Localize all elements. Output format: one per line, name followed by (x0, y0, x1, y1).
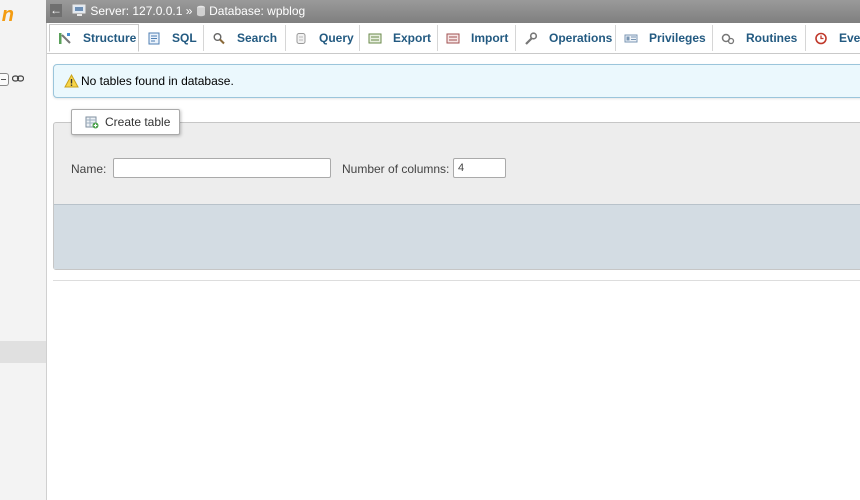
fieldset-footer (54, 204, 860, 269)
breadcrumb-separator: » (185, 4, 193, 18)
tab-search[interactable]: Search (204, 25, 286, 51)
number-of-columns-input[interactable] (453, 158, 506, 178)
import-icon (446, 33, 460, 44)
top-bar: ← Server: 127.0.0.1 » Database: wpblog (46, 0, 860, 23)
breadcrumb: Server: 127.0.0.1 » Database: wpblog (72, 4, 305, 19)
create-table-legend[interactable]: Create table (71, 109, 180, 135)
notice-text: No tables found in database. (81, 74, 234, 88)
link-icon[interactable] (12, 74, 24, 83)
notice-message: No tables found in database. (53, 64, 860, 98)
columns-label: Number of columns: (342, 162, 450, 176)
tab-privileges[interactable]: Privileges (616, 25, 713, 51)
structure-icon (59, 33, 71, 44)
create-table-fieldset (53, 122, 860, 270)
export-icon (368, 33, 382, 44)
search-icon (213, 33, 225, 45)
back-arrow-icon[interactable]: ← (50, 4, 62, 17)
tab-operations[interactable]: Operations (516, 25, 616, 51)
tab-structure[interactable]: Structure (49, 24, 139, 52)
name-label: Name: (71, 162, 107, 176)
tab-import[interactable]: Import (438, 25, 516, 51)
query-icon (296, 33, 306, 44)
tab-sql[interactable]: SQL (139, 25, 204, 51)
database-icon (196, 5, 205, 17)
tab-bar: Structure SQL Search Query Export Import… (47, 23, 860, 54)
tab-events[interactable]: Eve (806, 25, 860, 51)
tab-query[interactable]: Query (286, 25, 360, 51)
add-table-icon (85, 116, 99, 129)
legend-label: Create table (105, 115, 171, 129)
warning-icon (64, 74, 79, 88)
navigation-panel: n (0, 0, 47, 500)
privileges-icon (624, 34, 638, 43)
tab-export[interactable]: Export (360, 25, 438, 51)
breadcrumb-database[interactable]: Database: wpblog (209, 4, 305, 18)
collapse-all-icon[interactable] (0, 73, 9, 86)
content-divider (53, 280, 860, 281)
breadcrumb-server[interactable]: Server: 127.0.0.1 (90, 4, 182, 18)
phpmyadmin-logo[interactable]: n (0, 4, 14, 26)
sql-icon (148, 32, 160, 45)
routines-icon (721, 33, 735, 45)
table-name-input[interactable] (113, 158, 331, 178)
nav-selected-row[interactable] (0, 341, 46, 363)
wrench-icon (525, 32, 538, 45)
tab-routines[interactable]: Routines (713, 25, 806, 51)
clock-icon (815, 32, 827, 45)
server-icon (72, 4, 86, 16)
